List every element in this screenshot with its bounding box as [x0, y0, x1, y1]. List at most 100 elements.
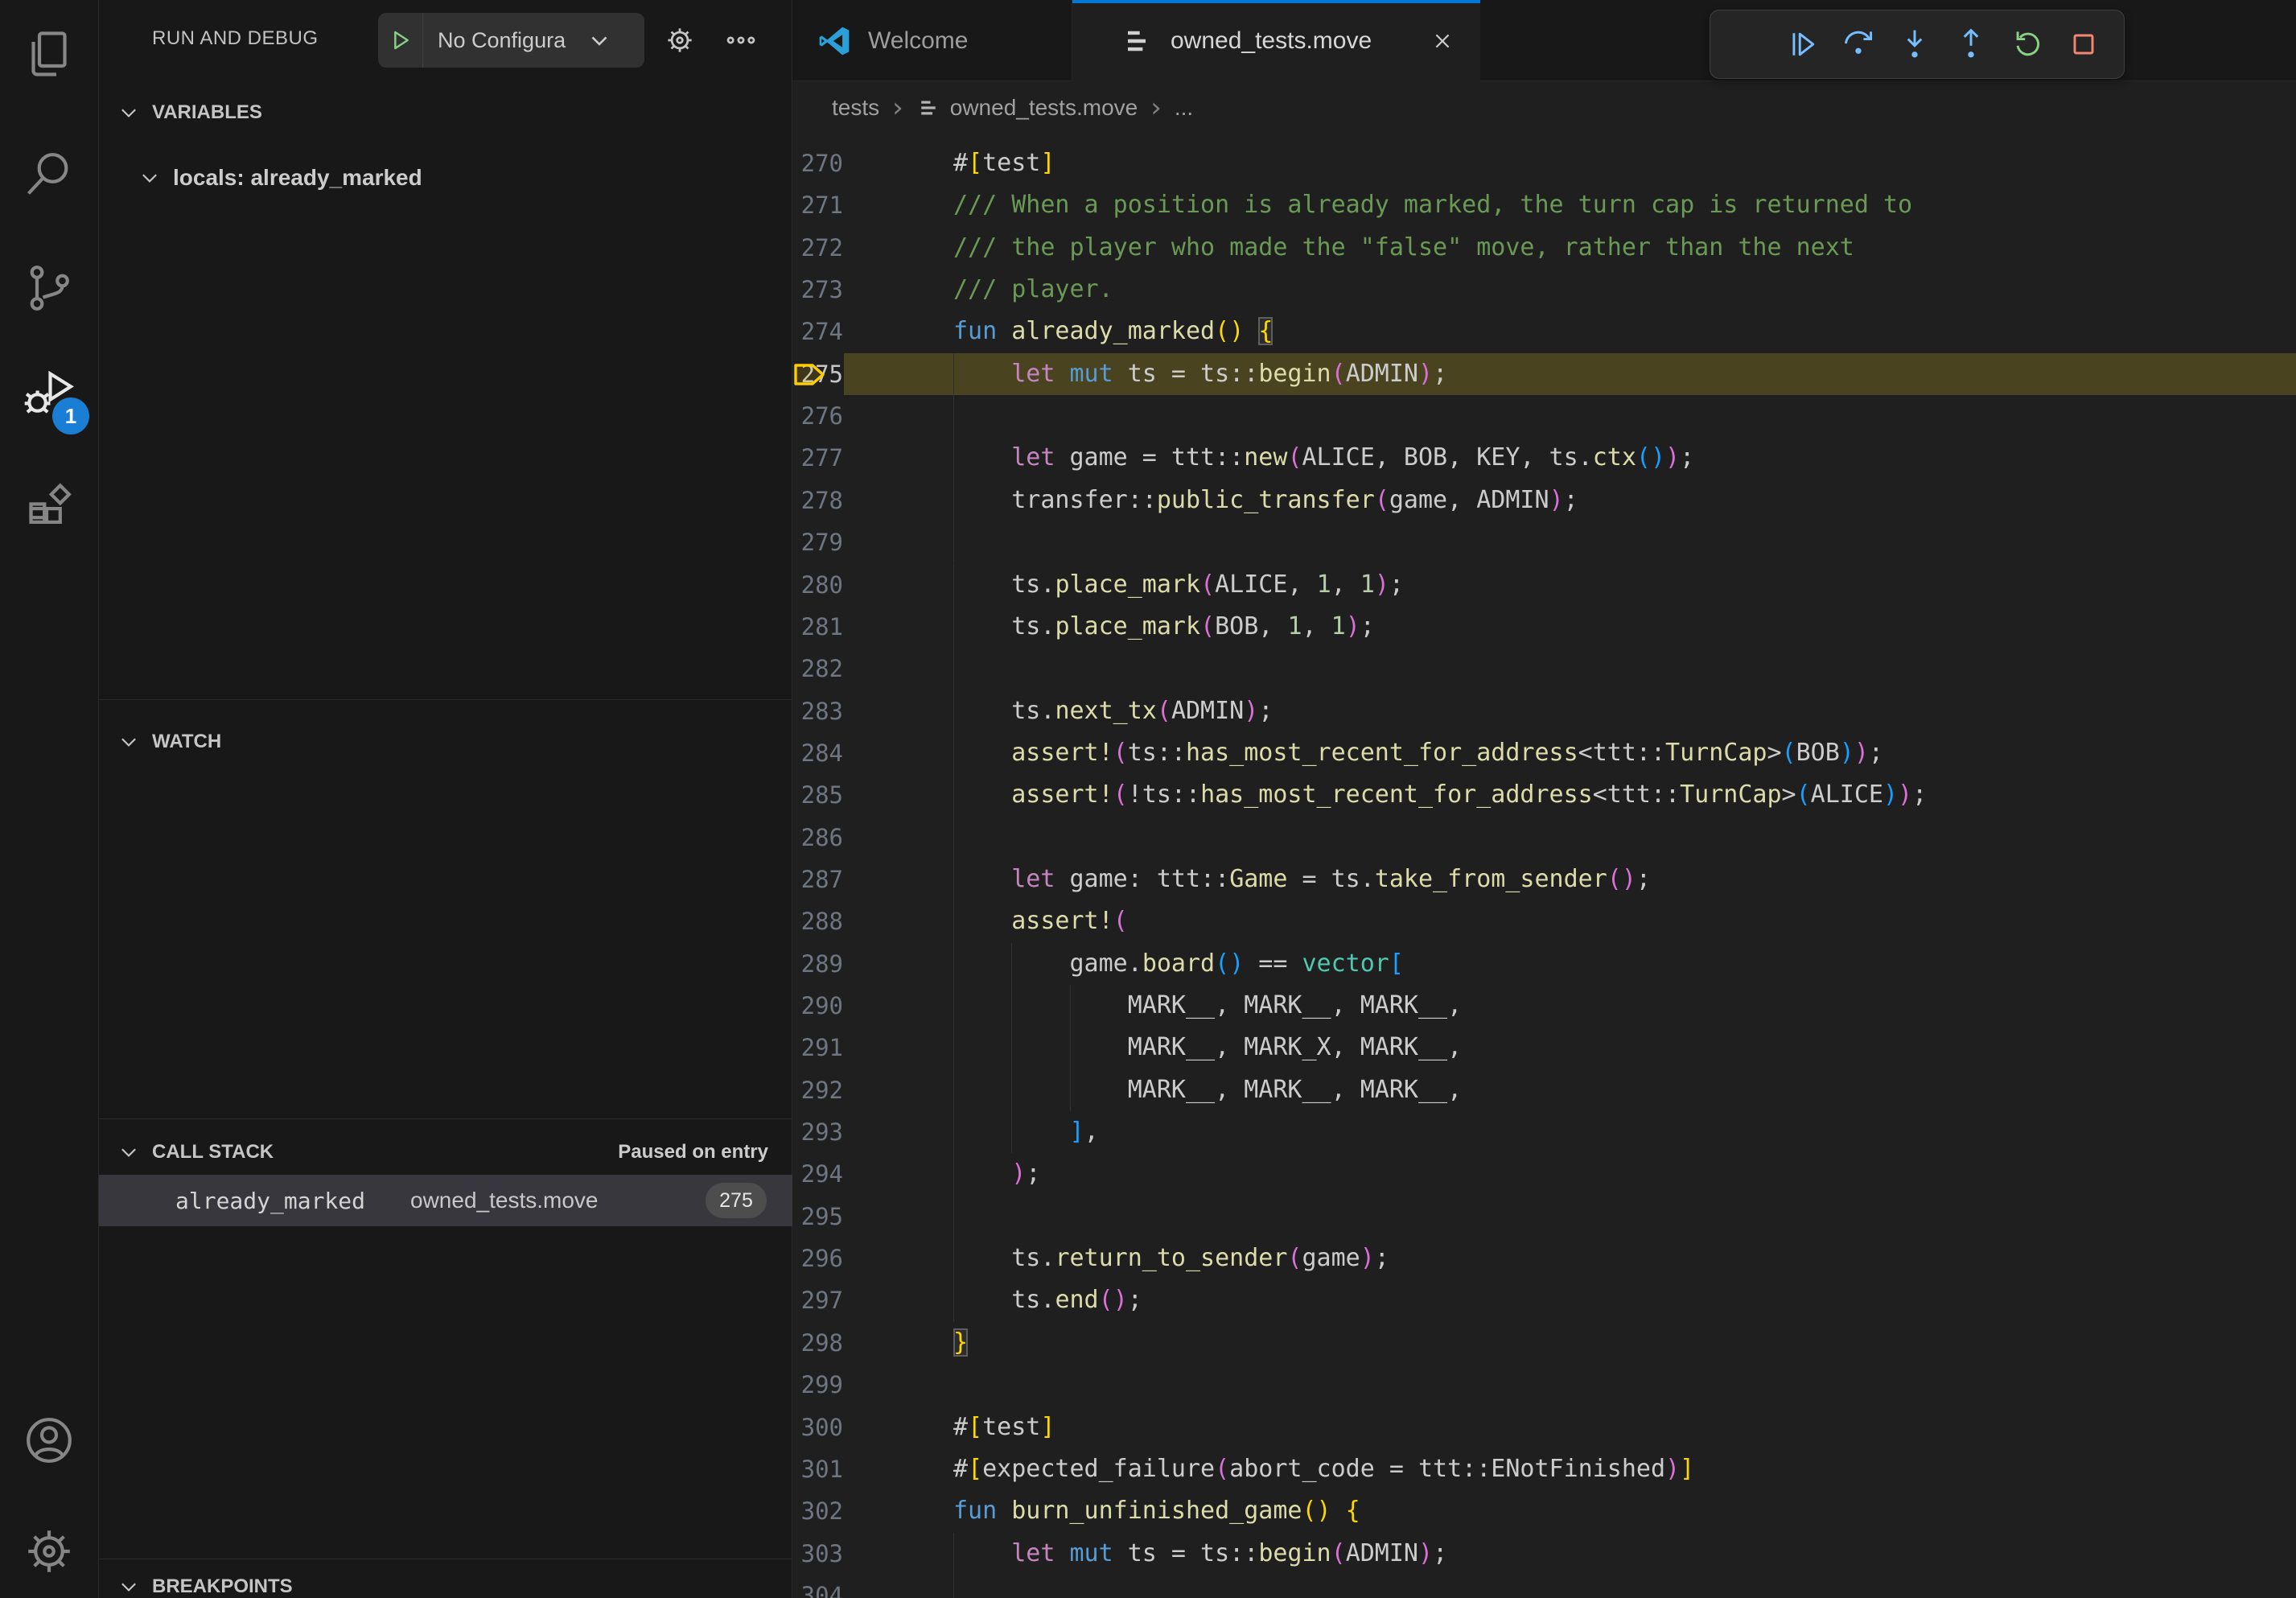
code-token: /// When a position is already marked, t…: [953, 191, 1912, 219]
line-number[interactable]: 288: [792, 900, 843, 943]
more-actions-icon[interactable]: [723, 23, 759, 58]
configuration-dropdown-label[interactable]: No Configura: [438, 28, 590, 53]
breakpoints-section-header[interactable]: BREAKPOINTS: [99, 1564, 792, 1598]
line-number[interactable]: 283: [792, 690, 843, 733]
code-line-299[interactable]: 299: [792, 1364, 2296, 1406]
code-line-302[interactable]: 302fun burn_unfinished_game() {: [792, 1490, 2296, 1532]
launch-configuration-control[interactable]: No Configura: [378, 13, 644, 68]
line-number[interactable]: 300: [792, 1406, 843, 1449]
code-line-271[interactable]: 271 /// When a position is already marked…: [792, 184, 2296, 226]
code-token: ;: [1375, 1244, 1389, 1272]
code-line-286[interactable]: 286: [792, 817, 2296, 859]
code-line-294[interactable]: 294 );: [792, 1153, 2296, 1195]
chevron-down-icon[interactable]: [586, 27, 613, 54]
debug-settings-gear-icon[interactable]: [662, 23, 697, 58]
line-number[interactable]: 302: [792, 1490, 843, 1533]
code-line-293[interactable]: 293 ],: [792, 1111, 2296, 1153]
explorer-icon[interactable]: [20, 25, 78, 83]
code-token: [1331, 1497, 1346, 1525]
extensions-icon[interactable]: [20, 478, 78, 536]
line-number[interactable]: 304: [792, 1575, 843, 1598]
line-number[interactable]: 303: [792, 1533, 843, 1575]
code-token: [: [968, 1455, 982, 1483]
line-number[interactable]: 270: [792, 142, 843, 185]
code-line-270[interactable]: 270#[test]: [792, 142, 2296, 184]
line-number[interactable]: 294: [792, 1153, 843, 1196]
code-line-300[interactable]: 300#[test]: [792, 1406, 2296, 1448]
start-debugging-button[interactable]: [378, 13, 423, 68]
code-line-296[interactable]: 296 ts.return_to_sender(game);: [792, 1238, 2296, 1279]
code-line-289[interactable]: 289 game.board() == vector[: [792, 943, 2296, 985]
code-line-272[interactable]: 272/// the player who made the "false" m…: [792, 227, 2296, 269]
line-number[interactable]: 284: [792, 732, 843, 775]
line-number[interactable]: 290: [792, 985, 843, 1028]
search-icon[interactable]: [20, 144, 78, 202]
code-line-285[interactable]: 285 assert!(!ts::has_most_recent_for_add…: [792, 774, 2296, 816]
line-number[interactable]: 295: [792, 1196, 843, 1238]
line-number[interactable]: 273: [792, 269, 843, 311]
code-token: burn_unfinished_game: [1011, 1497, 1302, 1525]
line-number[interactable]: 297: [792, 1279, 843, 1322]
settings-gear-icon[interactable]: [20, 1522, 78, 1580]
line-number[interactable]: 292: [792, 1069, 843, 1112]
code-line-276[interactable]: 276: [792, 395, 2296, 437]
line-number[interactable]: 298: [792, 1322, 843, 1365]
code-token: place_mark: [1055, 612, 1200, 640]
code-token: ,: [1302, 612, 1331, 640]
code-line-287[interactable]: 287 let game: ttt::Game = ts.take_from_s…: [792, 859, 2296, 900]
call-stack-frame-row[interactable]: already_marked owned_tests.move 275: [99, 1175, 792, 1226]
code-line-295[interactable]: 295: [792, 1196, 2296, 1238]
run-and-debug-icon[interactable]: 1: [20, 365, 78, 423]
call-stack-section-header[interactable]: CALL STACK Paused on entry: [99, 1130, 792, 1175]
code-line-283[interactable]: 283 ts.next_tx(ADMIN);: [792, 690, 2296, 732]
code-line-275[interactable]: 275 let mut ts = ts::begin(ADMIN);: [792, 353, 2296, 395]
line-number[interactable]: 301: [792, 1448, 843, 1491]
code-line-290[interactable]: 290 MARK__, MARK__, MARK__,: [792, 985, 2296, 1027]
line-number[interactable]: 282: [792, 648, 843, 690]
line-number[interactable]: 286: [792, 817, 843, 859]
code-line-273[interactable]: 273/// player.: [792, 269, 2296, 311]
code-line-281[interactable]: 281 ts.place_mark(BOB, 1, 1);: [792, 606, 2296, 648]
line-number[interactable]: 277: [792, 437, 843, 480]
line-number[interactable]: 293: [792, 1111, 843, 1154]
line-number[interactable]: 271: [792, 184, 843, 227]
code-token: MARK__, MARK__, MARK__,: [953, 1076, 1462, 1104]
code-token: ;: [1026, 1159, 1040, 1188]
source-control-icon[interactable]: [20, 259, 78, 317]
code-line-284[interactable]: 284 assert!(ts::has_most_recent_for_addr…: [792, 732, 2296, 774]
line-number[interactable]: 280: [792, 564, 843, 607]
line-number[interactable]: 289: [792, 943, 843, 986]
code-line-280[interactable]: 280 ts.place_mark(ALICE, 1, 1);: [792, 564, 2296, 606]
code-line-297[interactable]: 297 ts.end();: [792, 1279, 2296, 1321]
code-line-292[interactable]: 292 MARK__, MARK__, MARK__,: [792, 1069, 2296, 1111]
line-number[interactable]: 276: [792, 395, 843, 438]
line-number[interactable]: 274: [792, 311, 843, 353]
line-number[interactable]: 285: [792, 774, 843, 817]
code-line-278[interactable]: 278 transfer::public_transfer(game, ADMI…: [792, 480, 2296, 521]
code-line-288[interactable]: 288 assert!(: [792, 900, 2296, 942]
variables-scope-row[interactable]: locals: already_marked: [99, 154, 792, 201]
code-line-298[interactable]: 298}: [792, 1322, 2296, 1364]
code-line-282[interactable]: 282: [792, 648, 2296, 690]
watch-section-header[interactable]: WATCH: [99, 719, 792, 764]
code-line-277[interactable]: 277 let game = ttt::new(ALICE, BOB, KEY,…: [792, 437, 2296, 479]
code-token: [953, 739, 1011, 767]
line-number[interactable]: 299: [792, 1364, 843, 1406]
code-line-291[interactable]: 291 MARK__, MARK_X, MARK__,: [792, 1027, 2296, 1069]
code-line-304[interactable]: 304: [792, 1575, 2296, 1598]
code-line-text: assert!(!ts::has_most_recent_for_address…: [953, 774, 1927, 817]
account-icon[interactable]: [20, 1411, 78, 1469]
line-number[interactable]: 278: [792, 480, 843, 522]
line-number[interactable]: 281: [792, 606, 843, 649]
line-number[interactable]: 279: [792, 521, 843, 564]
code-line-301[interactable]: 301#[expected_failure(abort_code = ttt::…: [792, 1448, 2296, 1490]
line-number[interactable]: 296: [792, 1238, 843, 1280]
code-line-279[interactable]: 279: [792, 521, 2296, 563]
variables-section-header[interactable]: VARIABLES: [99, 90, 792, 135]
line-number[interactable]: 272: [792, 227, 843, 270]
code-line-text: assert!(: [953, 900, 1128, 943]
code-line-303[interactable]: 303 let mut ts = ts::begin(ADMIN);: [792, 1533, 2296, 1575]
line-number[interactable]: 287: [792, 859, 843, 901]
line-number[interactable]: 291: [792, 1027, 843, 1069]
code-line-274[interactable]: 274fun already_marked() {: [792, 311, 2296, 352]
